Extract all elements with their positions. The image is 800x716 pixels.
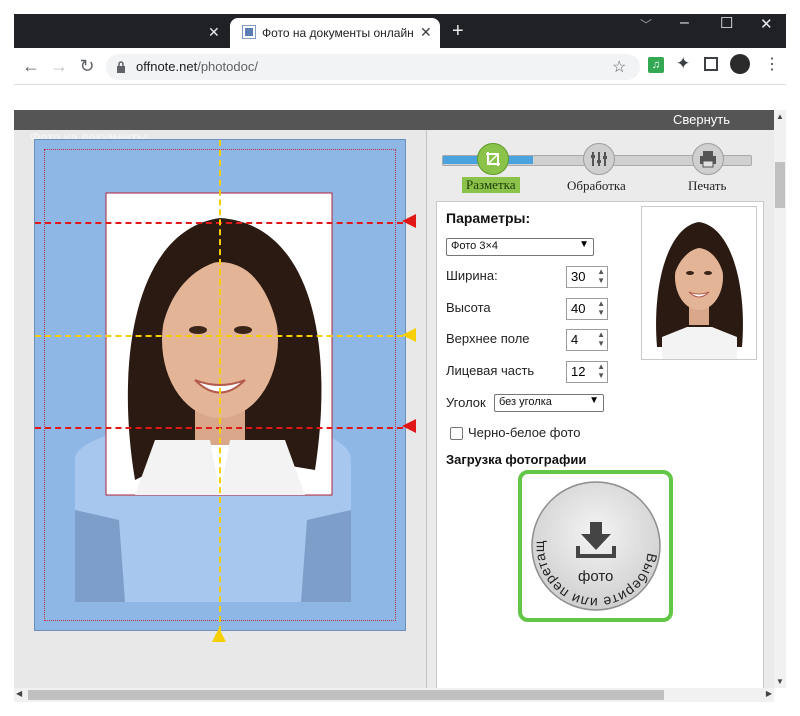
face-size-value: 12	[571, 364, 586, 379]
site-favicon-icon	[241, 24, 257, 40]
chin-guide-handle[interactable]	[402, 419, 416, 433]
top-margin-input[interactable]: 4 ▲ ▼	[566, 329, 608, 351]
step-label-markup[interactable]: Разметка	[462, 177, 520, 193]
top-margin-value: 4	[571, 332, 579, 347]
corner-select-value: без уголка	[499, 396, 552, 408]
step-processing-icon[interactable]	[583, 143, 615, 175]
app-header-bar: Свернуть	[14, 110, 774, 130]
spin-arrows-icon[interactable]: ▲ ▼	[597, 330, 605, 348]
eye-guide-handle[interactable]	[402, 328, 416, 342]
minimize-button[interactable]: –	[680, 14, 689, 32]
format-select-value: Фото 3×4	[451, 240, 498, 252]
params-title: Параметры:	[446, 210, 531, 226]
vertical-scrollbar[interactable]: ▲ ▼	[774, 110, 786, 688]
side-panel-icon[interactable]	[704, 57, 718, 71]
bookmark-star-icon[interactable]: ☆	[612, 57, 626, 77]
horizontal-scrollbar[interactable]: ◀ ▶	[14, 688, 774, 702]
step-label-print[interactable]: Печать	[688, 178, 726, 194]
height-label: Высота	[446, 300, 491, 315]
lock-icon	[116, 60, 126, 73]
width-value: 30	[571, 269, 586, 284]
close-tab-icon[interactable]: ✕	[420, 24, 432, 41]
format-select[interactable]: Фото 3×4 ▼	[446, 238, 594, 256]
bw-checkbox-label[interactable]: Черно-белое фото	[468, 425, 580, 440]
upload-dropzone[interactable]: Выберите или перетащите сюда фото	[525, 467, 662, 612]
step-print-icon[interactable]	[692, 143, 724, 175]
height-input[interactable]: 40 ▲ ▼	[566, 298, 608, 320]
extension-icon[interactable]: ♫	[648, 57, 664, 73]
preview-thumbnail	[641, 206, 757, 360]
face-size-label: Лицевая часть	[446, 363, 535, 378]
upload-circle: Выберите или перетащите сюда	[525, 467, 661, 611]
collapse-button[interactable]: Свернуть	[673, 112, 730, 127]
step-label-processing[interactable]: Обработка	[567, 178, 626, 194]
chevron-down-icon: ▼	[589, 395, 599, 406]
puzzle-extensions-icon[interactable]: ✦	[676, 54, 690, 74]
new-tab-button[interactable]: +	[452, 20, 464, 43]
scroll-left-icon[interactable]: ◀	[16, 689, 22, 698]
center-guide-line[interactable]	[219, 140, 221, 632]
horizontal-scroll-thumb[interactable]	[28, 690, 664, 700]
upload-photo-word: фото	[578, 568, 614, 585]
step-markup-icon[interactable]	[477, 143, 509, 175]
center-guide-handle[interactable]	[212, 628, 226, 642]
spin-arrows-icon[interactable]: ▲ ▼	[597, 362, 605, 380]
tab-active[interactable]: Фото на документы онлайн ✕	[230, 18, 440, 48]
close-tab-icon[interactable]: ✕	[208, 24, 220, 41]
height-value: 40	[571, 301, 586, 316]
tab-title: Фото на документы онлайн	[262, 26, 414, 40]
chevron-down-icon: ▼	[579, 239, 589, 250]
back-arrow-icon[interactable]: ←	[20, 54, 42, 78]
url-host: offnote.net	[136, 59, 198, 74]
top-guide-handle[interactable]	[402, 214, 416, 228]
face-size-input[interactable]: 12 ▲ ▼	[566, 361, 608, 383]
top-margin-label: Верхнее поле	[446, 331, 530, 346]
profile-avatar[interactable]	[730, 54, 750, 74]
width-label: Ширина:	[446, 268, 498, 283]
corner-select[interactable]: без уголка ▼	[494, 394, 604, 412]
spin-arrows-icon[interactable]: ▲ ▼	[597, 299, 605, 317]
spin-arrows-icon[interactable]: ▲ ▼	[597, 267, 605, 285]
maximize-button[interactable]: ☐	[720, 14, 733, 32]
reload-icon[interactable]: ↻	[76, 54, 98, 78]
upload-title: Загрузка фотографии	[446, 452, 587, 467]
scroll-down-icon[interactable]: ▼	[776, 677, 784, 686]
scroll-right-icon[interactable]: ▶	[766, 689, 772, 698]
tab-inactive[interactable]: ✕	[20, 18, 230, 48]
vertical-scroll-thumb[interactable]	[775, 162, 785, 208]
address-bar[interactable]: offnote.net/photodoc/ ☆	[106, 54, 640, 80]
forward-arrow-icon[interactable]: →	[48, 54, 70, 78]
width-input[interactable]: 30 ▲ ▼	[566, 266, 608, 288]
browser-menu-icon[interactable]: ⋮	[764, 54, 780, 74]
tab-search-icon[interactable]: ﹀	[640, 16, 652, 33]
url-path: /photodoc/	[197, 59, 258, 74]
scroll-up-icon[interactable]: ▲	[776, 112, 784, 121]
photo-workspace[interactable]	[34, 139, 406, 632]
corner-label: Уголок	[446, 395, 486, 410]
bw-checkbox[interactable]	[450, 427, 463, 440]
close-window-button[interactable]: ✕	[760, 15, 773, 33]
